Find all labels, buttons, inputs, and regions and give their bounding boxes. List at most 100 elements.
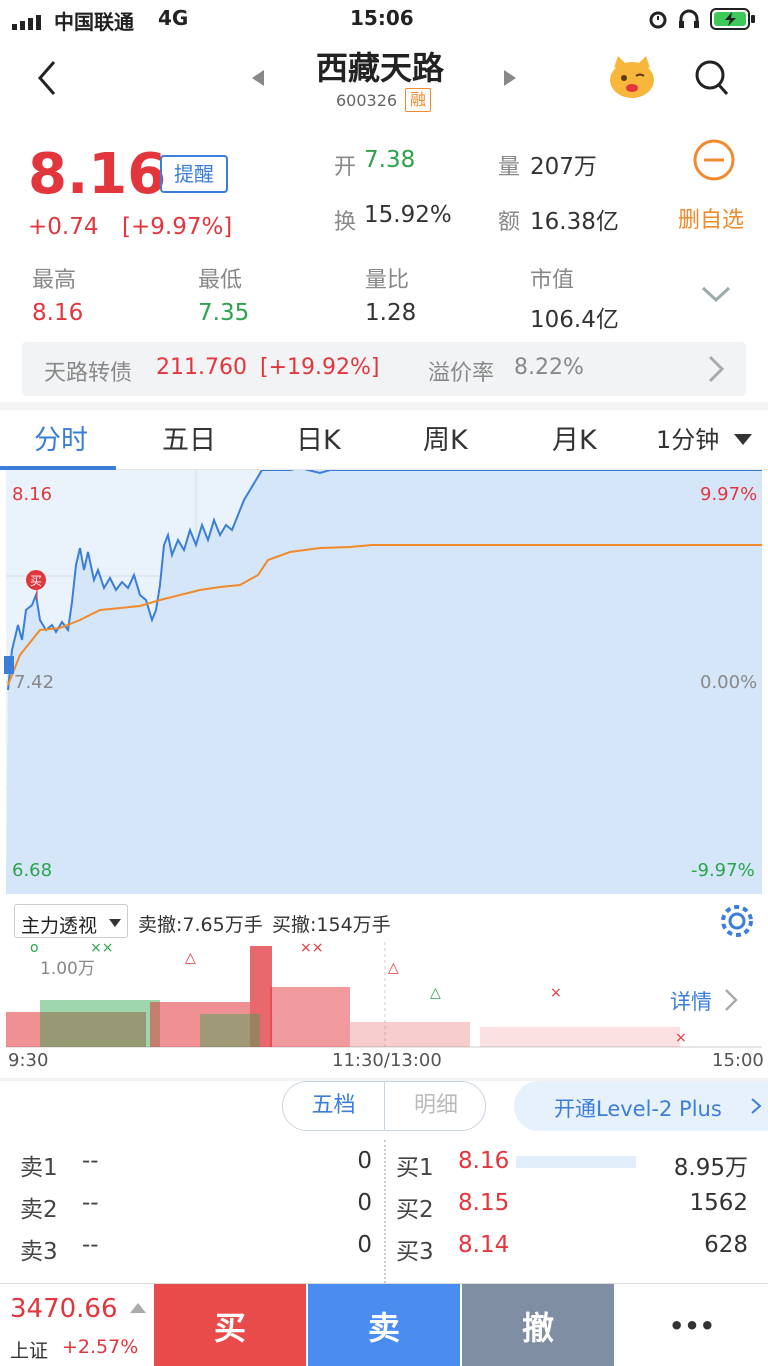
turnover-value: 15.92% (364, 202, 452, 228)
sell-price: -- (82, 1232, 99, 1258)
headphones-icon (678, 9, 700, 34)
mkt-cap-value: 106.4亿 (530, 307, 619, 333)
triangle-left-icon (252, 70, 264, 86)
remind-button[interactable]: 提醒 (160, 155, 228, 193)
triangle-down-icon[interactable] (733, 432, 753, 446)
tab-monthly-k[interactable]: 月K (552, 418, 597, 457)
y-axis-max: 8.16 (12, 484, 53, 505)
amount-value: 16.38亿 (530, 209, 619, 235)
back-button[interactable] (34, 58, 60, 102)
sell-button[interactable]: 卖 (308, 1284, 460, 1366)
search-button[interactable] (694, 59, 730, 101)
buy-level: 买1 (396, 1155, 434, 1181)
price-change: +0.74 (28, 214, 99, 240)
tab-daily-k[interactable]: 日K (296, 418, 341, 457)
index-ticker[interactable]: 3470.66 上证 +2.57% (0, 1284, 152, 1366)
remove-watch-button[interactable] (692, 138, 736, 186)
chevron-right-icon (751, 1098, 762, 1114)
bottom-action-bar: 3470.66 上证 +2.57% 买 卖 撤 ••• (0, 1283, 768, 1366)
low-label: 最低 (198, 268, 243, 293)
convertible-bond-bar[interactable]: 天路转债 211.760 [+19.92%] 溢价率 8.22% (22, 342, 746, 396)
chevron-down-icon (701, 286, 731, 303)
sell-level: 卖2 (20, 1197, 58, 1223)
minus-circle-icon (693, 139, 735, 181)
more-button[interactable]: ••• (616, 1284, 768, 1366)
last-price: 8.16 (28, 142, 167, 207)
index-change: +2.57% (62, 1336, 139, 1358)
buy-mark: × (550, 985, 562, 1001)
tab-one-minute[interactable]: 1分钟 (656, 420, 719, 455)
mascot-button[interactable] (606, 54, 658, 106)
buy-qty: 1562 (689, 1190, 748, 1216)
vol-ratio-value: 1.28 (365, 300, 417, 326)
buy-level: 买2 (396, 1197, 434, 1223)
buy-qty: 628 (704, 1232, 748, 1258)
level2-upsell[interactable]: 开通Level-2 Plus (514, 1081, 768, 1131)
vol-ratio-label: 量比 (365, 268, 410, 293)
orderbook-switch: 五档 明细 (282, 1081, 486, 1131)
section-divider (0, 402, 768, 410)
amount-label: 额 (498, 210, 521, 235)
main-force-plot: o ×× △ ×× △ △ × × (6, 942, 762, 1048)
sell-activity (200, 1014, 260, 1047)
network-type: 4G (158, 6, 189, 30)
sell-price: -- (82, 1148, 99, 1174)
detail-label: 详情 (670, 990, 712, 1014)
chevron-left-icon (38, 61, 56, 95)
stock-name: 西藏天路 (316, 49, 445, 87)
tab-weekly-k[interactable]: 周K (423, 418, 468, 457)
sell-qty: 0 (357, 1232, 372, 1258)
orderbook-divider (384, 1140, 386, 1283)
buy-button[interactable]: 买 (154, 1284, 306, 1366)
bond-change: [+19.92%] (260, 355, 380, 380)
chevron-right-icon (708, 355, 725, 383)
high-value: 8.16 (32, 300, 84, 326)
sell-level: 卖1 (20, 1155, 58, 1181)
expand-button[interactable] (700, 284, 732, 308)
signal-icon (12, 11, 44, 35)
carrier-name: 中国联通 (54, 10, 134, 34)
volume-value: 207万 (530, 154, 597, 180)
pct-axis-min: -9.97% (691, 860, 755, 881)
indicator-select[interactable]: 主力透视 (14, 904, 128, 938)
mkt-cap-label: 市值 (530, 268, 575, 293)
remove-watch-label[interactable]: 删自选 (678, 202, 744, 234)
buy-mark: ×× (300, 942, 323, 956)
bond-name: 天路转债 (44, 361, 133, 386)
price-cursor-tag (4, 656, 14, 674)
prev-stock-button[interactable] (250, 68, 266, 92)
buy-mark: × (675, 1030, 687, 1046)
open-value: 7.38 (364, 147, 416, 173)
chevron-right-icon (725, 989, 738, 1011)
next-stock-button[interactable] (502, 68, 518, 92)
stock-code: 600326 (336, 91, 398, 110)
premium-label: 溢价率 (428, 361, 495, 386)
detail-link[interactable]: 详情 (670, 986, 739, 1016)
buy-activity (270, 987, 350, 1047)
time-start: 9:30 (8, 1050, 49, 1071)
buy-cancel: 买撤:154万手 (272, 914, 391, 936)
cancel-order-button[interactable]: 撤 (462, 1284, 614, 1366)
pct-axis-max: 9.97% (700, 484, 758, 505)
sell-cancel: 卖撤:7.65万手 (138, 914, 263, 936)
tab-intraday[interactable]: 分时 (34, 418, 88, 457)
triangle-up-icon (130, 1303, 146, 1313)
buy-price: 8.15 (458, 1190, 510, 1216)
trade-marker-label: 买 (30, 574, 42, 588)
y-axis-min: 6.68 (12, 860, 53, 881)
clock: 15:06 (350, 6, 414, 30)
tab-five-level[interactable]: 五档 (283, 1082, 385, 1130)
time-end: 15:00 (712, 1050, 764, 1071)
index-name: 上证 (10, 1340, 49, 1362)
sell-mark: o (30, 942, 39, 956)
sell-price: -- (82, 1190, 99, 1216)
intraday-chart[interactable]: 买 8.16 7.42 6.68 9.97% 0.00% -9.97% (0, 466, 768, 895)
gear-icon[interactable] (718, 902, 756, 940)
search-icon (695, 60, 729, 95)
premium-value: 8.22% (514, 355, 584, 380)
order-book: 卖1 -- 0 卖2 -- 0 卖3 -- 0 买1 8.16 8.95万 买2… (0, 1140, 768, 1283)
sell-activity (40, 1000, 160, 1047)
triangle-down-icon (109, 919, 121, 927)
tab-five-day[interactable]: 五日 (162, 418, 216, 457)
tab-trade-detail[interactable]: 明细 (385, 1082, 485, 1130)
